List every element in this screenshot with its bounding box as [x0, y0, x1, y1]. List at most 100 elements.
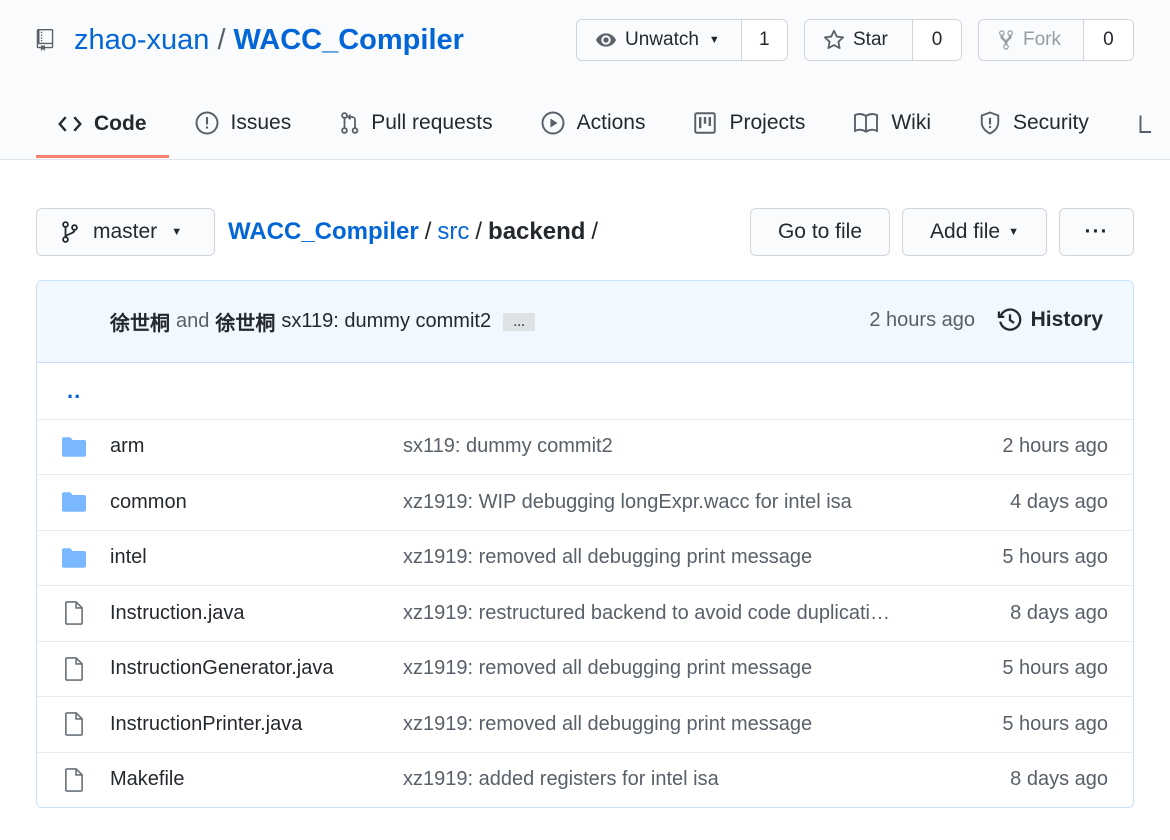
unwatch-label: Unwatch: [625, 29, 699, 50]
chevron-down-icon: ▼: [171, 226, 183, 238]
file-commit-message-link[interactable]: xz1919: removed all debugging print mess…: [403, 657, 943, 680]
book-icon: [854, 113, 879, 133]
go-to-file-label: Go to file: [777, 220, 863, 243]
add-file-button[interactable]: Add file ▼: [902, 208, 1047, 256]
folder-icon: [62, 546, 86, 570]
watch-control: Unwatch ▼ 1: [576, 19, 788, 61]
breadcrumb-src-link[interactable]: src: [437, 218, 469, 246]
star-button[interactable]: Star: [805, 20, 913, 60]
go-to-file-button[interactable]: Go to file: [750, 208, 890, 256]
file-row[interactable]: intel xz1919: removed all debugging print…: [37, 529, 1133, 586]
file-commit-time: 8 days ago: [1010, 768, 1108, 791]
file-row[interactable]: common xz1919: WIP debugging longExpr.wac…: [37, 474, 1133, 530]
file-row[interactable]: Makefile xz1919: added registers for inte…: [37, 751, 1133, 808]
repo-forked-icon: [999, 30, 1013, 50]
file-commit-message-link[interactable]: sx119: dummy commit2: [403, 435, 943, 458]
file-icon: [62, 601, 86, 626]
star-icon: [824, 29, 844, 50]
latest-commit-message: 徐世桐 and 徐世桐 sx119: dummy commit2 …: [110, 307, 536, 336]
tab-code[interactable]: Code: [36, 92, 169, 158]
file-name-link[interactable]: InstructionGenerator.java: [110, 657, 333, 680]
file-name-link[interactable]: arm: [110, 435, 144, 458]
file-commit-message-link[interactable]: xz1919: removed all debugging print mess…: [403, 546, 943, 569]
tab-label: Wiki: [891, 111, 931, 134]
breadcrumb-separator: /: [424, 218, 432, 245]
branch-name: master: [93, 220, 158, 243]
repo-owner-link[interactable]: zhao-xuan: [74, 24, 209, 57]
history-link[interactable]: History: [997, 307, 1103, 333]
tab-label: Code: [94, 111, 147, 135]
watchers-count[interactable]: 1: [741, 20, 787, 60]
parent-directory-row[interactable]: ..: [37, 363, 1133, 419]
file-name-link[interactable]: Instruction.java: [110, 602, 245, 625]
tab-insights-partial[interactable]: [1115, 92, 1165, 154]
breadcrumb-root-link[interactable]: WACC_Compiler: [228, 218, 419, 246]
tab-security[interactable]: Security: [957, 92, 1111, 154]
file-name-link[interactable]: common: [110, 491, 187, 514]
folder-icon: [62, 435, 86, 459]
file-row[interactable]: Instruction.java xz1919: restructured bac…: [37, 585, 1133, 641]
tab-label: Projects: [729, 111, 806, 134]
eye-icon: [596, 33, 616, 47]
file-commit-message-link[interactable]: xz1919: removed all debugging print mess…: [403, 713, 943, 736]
file-name-link[interactable]: InstructionPrinter.java: [110, 713, 302, 736]
parent-directory-link[interactable]: ..: [67, 378, 81, 404]
commit-and-text: and: [176, 310, 210, 332]
fork-button[interactable]: Fork: [979, 20, 1084, 60]
file-listing: 徐世桐 and 徐世桐 sx119: dummy commit2 … 2 hou…: [36, 280, 1134, 808]
git-branch-icon: [62, 221, 78, 243]
file-commit-message-link[interactable]: xz1919: WIP debugging longExpr.wacc for …: [403, 491, 943, 514]
file-row[interactable]: InstructionGenerator.java xz1919: removed…: [37, 640, 1133, 697]
file-commit-message-link[interactable]: xz1919: added registers for intel isa: [403, 768, 943, 791]
star-label: Star: [853, 29, 888, 50]
add-file-label: Add file: [930, 220, 1001, 243]
stargazers-count[interactable]: 0: [913, 20, 961, 60]
play-icon: [541, 111, 565, 135]
commit-author-link[interactable]: 徐世桐: [110, 307, 170, 336]
breadcrumb-current: backend: [488, 218, 586, 245]
file-commit-time: 4 days ago: [1010, 490, 1108, 513]
chevron-down-icon: ▼: [1008, 226, 1019, 238]
chevron-down-icon: ▼: [708, 34, 720, 46]
fork-label: Fork: [1023, 29, 1061, 50]
commit-coauthor-link[interactable]: 徐世桐: [215, 307, 275, 336]
tab-wiki[interactable]: Wiki: [831, 92, 953, 154]
file-commit-time: 2 hours ago: [1002, 435, 1108, 458]
file-row[interactable]: InstructionPrinter.java xz1919: removed a…: [37, 696, 1133, 752]
repo-title-separator: /: [217, 23, 226, 56]
repo-header: zhao-xuan / WACC_Compiler Unwatch ▼ 1 St…: [0, 0, 1170, 160]
breadcrumb: WACC_Compiler / src / backend /: [228, 214, 604, 250]
file-icon: [62, 712, 86, 737]
repo-title: zhao-xuan / WACC_Compiler: [36, 20, 464, 60]
code-icon: [58, 115, 82, 132]
unwatch-button[interactable]: Unwatch ▼: [577, 20, 742, 60]
file-icon: [62, 767, 86, 792]
forks-count[interactable]: 0: [1083, 20, 1133, 60]
branch-select-button[interactable]: master ▼: [36, 208, 215, 256]
fork-control: Fork 0: [978, 19, 1134, 61]
more-options-button[interactable]: ···: [1059, 208, 1134, 256]
file-row[interactable]: arm sx119: dummy commit2 2 hours ago: [37, 418, 1133, 475]
tab-actions[interactable]: Actions: [519, 92, 668, 154]
file-commit-time: 5 hours ago: [1002, 546, 1108, 569]
latest-commit-bar: 徐世桐 and 徐世桐 sx119: dummy commit2 … 2 hou…: [37, 281, 1133, 363]
file-icon: [62, 656, 86, 681]
project-icon: [694, 112, 717, 134]
tab-label: Actions: [576, 111, 646, 134]
tab-pull-requests[interactable]: Pull requests: [317, 92, 514, 154]
kebab-horizontal-icon: ···: [1084, 220, 1109, 243]
repo-icon: [36, 28, 60, 52]
commit-message-link[interactable]: sx119: dummy commit2: [281, 310, 491, 333]
git-pull-request-icon: [341, 112, 359, 134]
file-commit-message-link[interactable]: xz1919: restructured backend to avoid co…: [403, 602, 943, 625]
commit-expand-button[interactable]: …: [503, 312, 536, 331]
tab-label: Issues: [230, 111, 292, 134]
repo-nav-tabs: Code Issues Pull requests Actions Projec…: [36, 92, 1169, 160]
repo-name-link[interactable]: WACC_Compiler: [234, 24, 464, 57]
file-name-link[interactable]: Makefile: [110, 768, 184, 791]
tab-projects[interactable]: Projects: [671, 92, 827, 154]
shield-icon: [980, 111, 1000, 135]
tab-issues[interactable]: Issues: [173, 92, 314, 154]
graph-icon: [1139, 115, 1151, 133]
file-name-link[interactable]: intel: [110, 546, 147, 569]
